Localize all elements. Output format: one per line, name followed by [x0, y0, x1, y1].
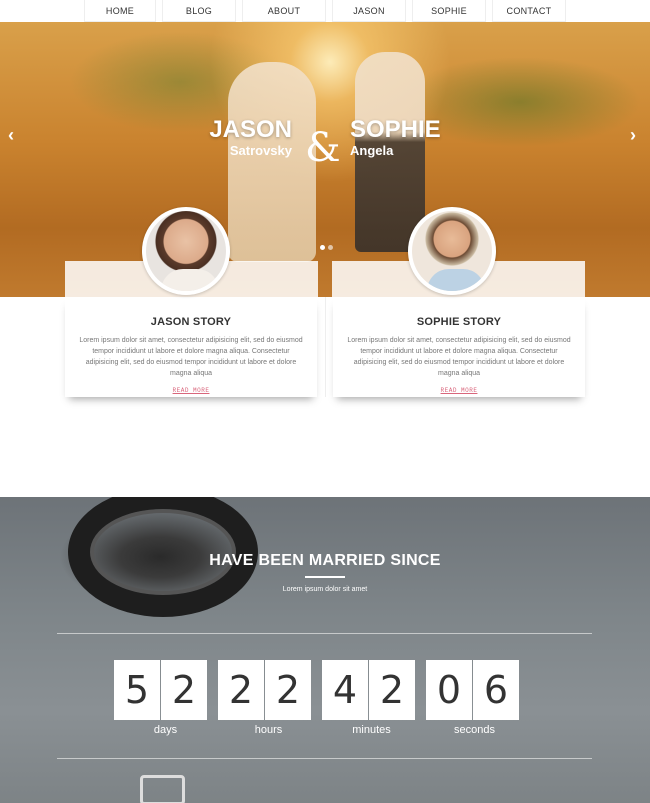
divider — [57, 633, 592, 634]
hours-label: hours — [254, 724, 283, 736]
story-card-tops — [65, 261, 585, 297]
digit: 2 — [161, 660, 207, 720]
days-label: days — [153, 724, 178, 736]
hero-slider: JASON Satrovsky & SOPHIE Angela ‹ › — [0, 22, 650, 297]
rings-image — [140, 775, 185, 803]
next-slide-icon[interactable]: › — [630, 125, 636, 146]
read-more-link[interactable]: READ MORE — [65, 387, 317, 394]
jason-story-card: JASON STORY Lorem ipsum dolor sit amet, … — [65, 297, 317, 397]
counter-title: HAVE BEEN MARRIED SINCE — [209, 552, 441, 569]
ampersand: & — [305, 125, 341, 171]
prev-slide-icon[interactable]: ‹ — [8, 125, 14, 146]
bride-first-name: SOPHIE — [350, 116, 441, 143]
married-since-counter: HAVE BEEN MARRIED SINCE Lorem ipsum dolo… — [0, 497, 650, 803]
days-group: 5 2 — [114, 660, 208, 720]
story-text: Lorem ipsum dolor sit amet, consectetur … — [79, 337, 303, 377]
digit: 4 — [322, 660, 368, 720]
groom-first-name: JASON — [209, 116, 292, 143]
hours-group: 2 2 — [218, 660, 312, 720]
main-nav: HOME BLOG ABOUT JASON SOPHIE CONTACT — [0, 0, 650, 22]
avatar — [142, 207, 230, 295]
story-title: SOPHIE STORY — [416, 316, 502, 328]
slide-dots — [320, 245, 333, 250]
title-underline — [305, 576, 345, 578]
divider — [57, 758, 592, 759]
digit: 2 — [369, 660, 415, 720]
story-text: Lorem ipsum dolor sit amet, consectetur … — [347, 337, 571, 377]
nav-jason[interactable]: JASON — [332, 0, 406, 22]
counter-subtitle: Lorem ipsum dolor sit amet — [282, 586, 368, 593]
seconds-group: 0 6 — [426, 660, 520, 720]
nav-blog[interactable]: BLOG — [162, 0, 236, 22]
slide-dot-2[interactable] — [328, 245, 333, 250]
digit: 2 — [218, 660, 264, 720]
bride-name: SOPHIE Angela — [350, 116, 441, 159]
digit: 5 — [114, 660, 160, 720]
minutes-group: 4 2 — [322, 660, 416, 720]
digit: 2 — [265, 660, 311, 720]
hero-names: JASON Satrovsky & SOPHIE Angela — [0, 117, 650, 187]
nav-home[interactable]: HOME — [84, 0, 156, 22]
countdown-labels: days hours minutes seconds — [114, 724, 526, 736]
bride-last-name: Angela — [350, 143, 394, 158]
slide-dot-1[interactable] — [320, 245, 325, 250]
avatar — [408, 207, 496, 295]
groom-name: JASON Satrovsky — [209, 116, 292, 159]
countdown-digits: 5 2 2 2 4 2 0 6 — [114, 660, 530, 720]
card-divider — [325, 297, 326, 397]
digit: 0 — [426, 660, 472, 720]
digit: 6 — [473, 660, 519, 720]
sophie-story-card: SOPHIE STORY Lorem ipsum dolor sit amet,… — [333, 297, 585, 397]
read-more-link[interactable]: READ MORE — [333, 387, 585, 394]
nav-about[interactable]: ABOUT — [242, 0, 326, 22]
story-title: JASON STORY — [150, 316, 232, 328]
groom-last-name: Satrovsky — [229, 143, 292, 158]
seconds-label: seconds — [454, 724, 495, 736]
nav-contact[interactable]: CONTACT — [492, 0, 566, 22]
nav-sophie[interactable]: SOPHIE — [412, 0, 486, 22]
minutes-label: minutes — [352, 724, 391, 736]
